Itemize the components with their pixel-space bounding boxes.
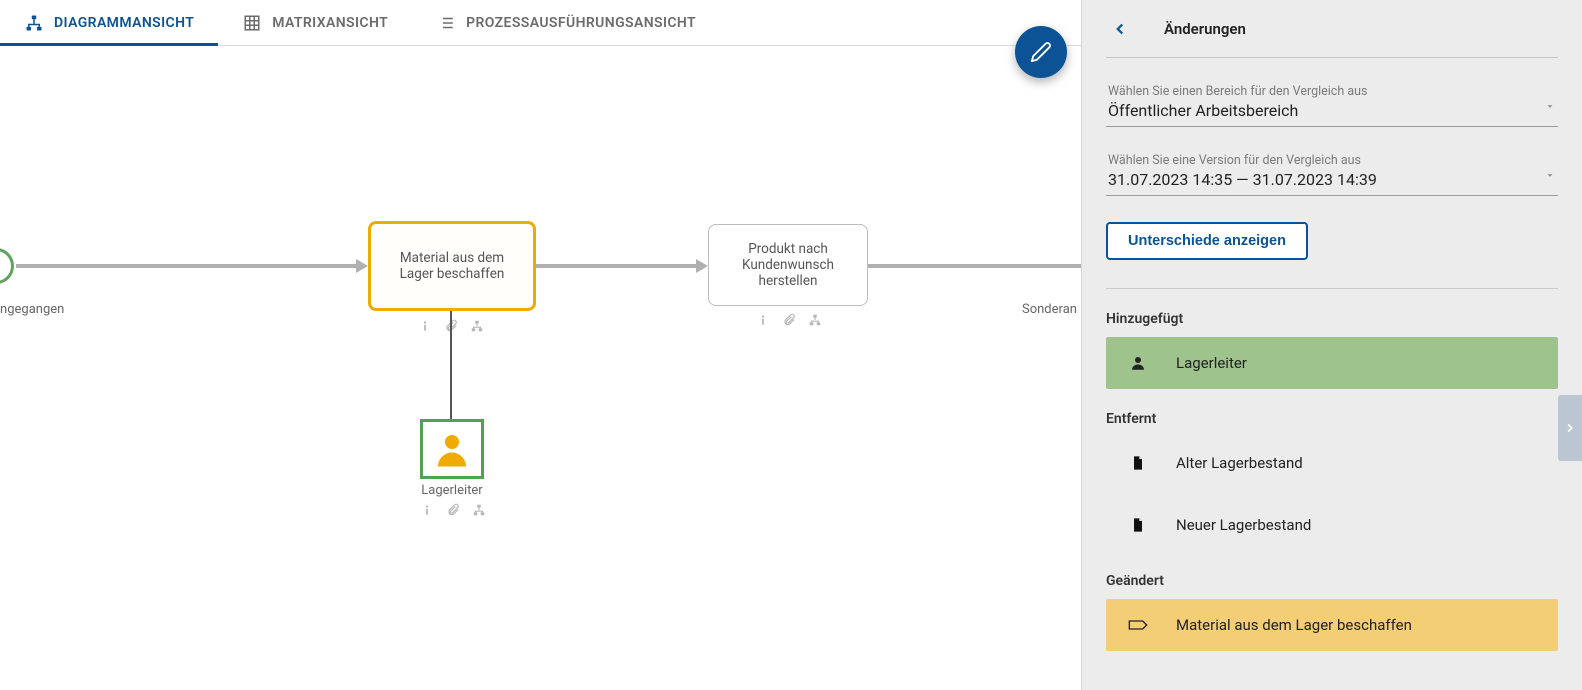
- compare-area-select[interactable]: Wählen Sie einen Bereich für den Verglei…: [1106, 80, 1558, 127]
- info-icon[interactable]: [420, 502, 434, 521]
- start-event-label: eingegangen: [0, 302, 64, 317]
- show-differences-button[interactable]: Unterschiede anzeigen: [1106, 222, 1308, 260]
- tab-matrix-view[interactable]: MATRIXANSICHT: [218, 0, 412, 45]
- panel-title: Änderungen: [1164, 20, 1246, 38]
- section-removed-label: Entfernt: [1106, 411, 1558, 427]
- task-label: Produkt nach Kundenwunsch herstellen: [721, 241, 855, 289]
- divider: [1106, 288, 1558, 289]
- node-actions-task2: [756, 312, 822, 331]
- sequence-flow-3: [868, 264, 1081, 268]
- hierarchy-icon[interactable]: [808, 312, 822, 331]
- change-item-text: Lagerleiter: [1176, 354, 1247, 372]
- compare-version-select[interactable]: Wählen Sie eine Version für den Vergleic…: [1106, 149, 1558, 196]
- select-value: Öffentlicher Arbeitsbereich: [1108, 101, 1556, 120]
- task-node-produkt-herstellen[interactable]: Produkt nach Kundenwunsch herstellen: [708, 224, 868, 306]
- section-changed-label: Geändert: [1106, 573, 1558, 589]
- view-tabs: DIAGRAMMANSICHT MATRIXANSICHT PROZESSAUS…: [0, 0, 1081, 46]
- info-icon[interactable]: [418, 318, 432, 337]
- start-event-node[interactable]: [0, 248, 14, 284]
- tab-label: MATRIXANSICHT: [272, 15, 388, 31]
- select-label: Wählen Sie eine Version für den Vergleic…: [1108, 153, 1556, 168]
- person-icon: [431, 428, 473, 470]
- node-actions-role: [420, 502, 486, 521]
- change-item-changed[interactable]: Material aus dem Lager beschaffen: [1106, 599, 1558, 651]
- sequence-flow-2: [536, 264, 696, 268]
- change-item-added[interactable]: Lagerleiter: [1106, 337, 1558, 389]
- change-item-removed[interactable]: Alter Lagerbestand: [1106, 437, 1558, 489]
- select-value: 31.07.2023 14:35 — 31.07.2023 14:39: [1108, 170, 1556, 189]
- next-node-label: Sonderan: [1022, 302, 1077, 317]
- change-item-text: Material aus dem Lager beschaffen: [1176, 616, 1412, 634]
- info-icon[interactable]: [756, 312, 770, 331]
- arrow-head-icon: [696, 259, 708, 273]
- caret-down-icon: [1544, 166, 1556, 185]
- document-icon: [1128, 515, 1148, 535]
- change-item-text: Alter Lagerbestand: [1176, 454, 1303, 472]
- caret-down-icon: [1544, 97, 1556, 116]
- hierarchy-icon[interactable]: [472, 502, 486, 521]
- arrow-head-icon: [356, 259, 368, 273]
- change-item-text: Neuer Lagerbestand: [1176, 516, 1311, 534]
- changes-panel: Änderungen Wählen Sie einen Bereich für …: [1082, 0, 1582, 690]
- task-label: Material aus dem Lager beschaffen: [383, 250, 521, 282]
- chevron-right-icon: [1563, 421, 1577, 435]
- select-label: Wählen Sie einen Bereich für den Verglei…: [1108, 84, 1556, 99]
- sitemap-icon: [24, 13, 44, 33]
- sequence-flow-1: [16, 264, 356, 268]
- tab-label: PROZESSAUSFÜHRUNGSANSICHT: [466, 15, 696, 31]
- attachment-icon[interactable]: [446, 502, 460, 521]
- tab-diagram-view[interactable]: DIAGRAMMANSICHT: [0, 0, 218, 45]
- list-icon: [436, 13, 456, 33]
- diagram-canvas[interactable]: eingegangen Material aus dem Lager besch…: [0, 46, 1081, 690]
- document-icon: [1128, 453, 1148, 473]
- back-button[interactable]: [1106, 15, 1134, 43]
- chevron-left-icon: [1111, 20, 1129, 38]
- drawer-toggle[interactable]: [1558, 395, 1582, 461]
- tab-execution-view[interactable]: PROZESSAUSFÜHRUNGSANSICHT: [412, 0, 720, 45]
- change-item-removed[interactable]: Neuer Lagerbestand: [1106, 499, 1558, 551]
- person-icon: [1128, 353, 1148, 373]
- attachment-icon[interactable]: [782, 312, 796, 331]
- section-added-label: Hinzugefügt: [1106, 311, 1558, 327]
- grid-icon: [242, 13, 262, 33]
- tab-label: DIAGRAMMANSICHT: [54, 15, 194, 31]
- task-node-material-beschaffen[interactable]: Material aus dem Lager beschaffen: [368, 221, 536, 311]
- role-label: Lagerleiter: [418, 483, 486, 498]
- association-line: [450, 311, 452, 419]
- process-icon: [1128, 615, 1148, 635]
- role-node-lagerleiter[interactable]: [420, 419, 484, 479]
- hierarchy-icon[interactable]: [470, 318, 484, 337]
